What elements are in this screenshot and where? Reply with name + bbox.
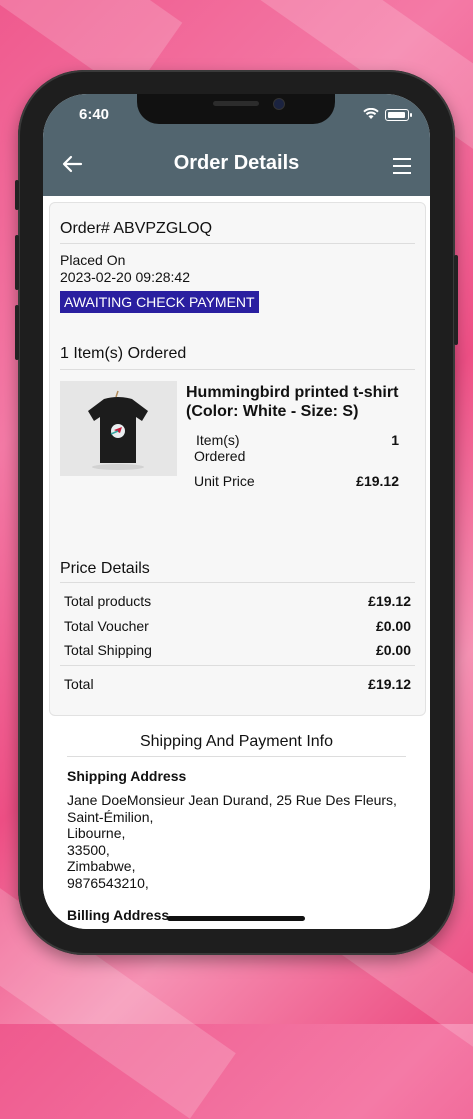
battery-icon [385, 109, 409, 121]
total-value: £19.12 [368, 676, 411, 692]
quantity-label-line: Item(s) [196, 432, 240, 448]
price-details-heading: Price Details [60, 560, 150, 577]
items-heading: 1 Item(s) Ordered [60, 345, 187, 362]
address-line: Zimbabwe, [67, 858, 136, 874]
placed-on-date: 2023-02-20 09:28:42 [60, 269, 190, 285]
speaker [213, 101, 259, 106]
status-time: 6:40 [79, 106, 110, 123]
address-line: Saint-Émilion, [67, 808, 154, 825]
wifi-icon [363, 108, 379, 119]
unit-price-value: £19.12 [356, 473, 399, 489]
hamburger-menu-icon[interactable] [393, 158, 411, 179]
phone-screen: 6:40 Order Details Order# ABVPZGLOQ Plac… [43, 94, 430, 929]
price-row-value: £0.00 [375, 642, 411, 658]
phone-side-button [15, 305, 19, 360]
quantity-label: Item(s) Ordered [194, 432, 245, 464]
phone-side-button [15, 180, 19, 210]
price-row-value: £0.00 [375, 618, 411, 634]
total-label: Total [64, 676, 94, 692]
price-row-label: Total products [64, 593, 152, 609]
product-image [60, 381, 177, 476]
quantity-label-line: Ordered [194, 448, 246, 464]
phone-side-button [454, 255, 458, 345]
divider [60, 665, 415, 666]
phone-side-button [15, 235, 19, 290]
order-card: Order# ABVPZGLOQ Placed On 2023-02-20 09… [49, 202, 426, 716]
address-line: 33500, [67, 841, 110, 858]
order-content: Order# ABVPZGLOQ Placed On 2023-02-20 09… [43, 196, 430, 929]
order-number: Order# ABVPZGLOQ [60, 220, 213, 237]
address-line: Libourne, [67, 825, 126, 841]
shipping-address: Jane DoeMonsieur Jean Durand, 25 Rue Des… [67, 792, 407, 891]
price-row: Total Voucher £0.00 [64, 618, 411, 634]
product-name[interactable]: Hummingbird printed t-shirt (Color: Whit… [186, 383, 416, 421]
price-row: Total products £19.12 [64, 593, 411, 609]
price-row-value: £19.12 [368, 593, 411, 609]
shipping-heading: Shipping And Payment Info [139, 733, 334, 750]
status-badge: AWAITING CHECK PAYMENT [60, 291, 259, 313]
app-bar: Order Details [43, 136, 430, 196]
status-bar: 6:40 [43, 94, 430, 136]
price-row: Total Shipping £0.00 [64, 642, 411, 658]
divider [60, 582, 415, 583]
tshirt-image-icon [60, 381, 177, 476]
notch [137, 94, 335, 124]
battery-tip [410, 113, 412, 117]
divider [60, 243, 415, 244]
address-line: Jane DoeMonsieur Jean Durand, 25 Rue Des… [67, 792, 397, 808]
unit-price-label: Unit Price [194, 473, 255, 489]
price-row-label: Total Shipping [64, 642, 152, 658]
quantity-value: 1 [391, 432, 399, 448]
placed-on-label: Placed On [60, 252, 126, 268]
divider [60, 369, 415, 370]
price-row-label: Total Voucher [64, 618, 149, 634]
address-line: 9876543210, [67, 874, 149, 891]
home-indicator[interactable] [167, 916, 305, 921]
camera-icon [273, 98, 285, 110]
divider [67, 756, 406, 757]
billing-address-label: Billing Address [67, 907, 170, 923]
page-title: Order Details [173, 152, 300, 174]
total-row: Total £19.12 [64, 676, 411, 692]
shipping-address-label: Shipping Address [67, 768, 187, 784]
